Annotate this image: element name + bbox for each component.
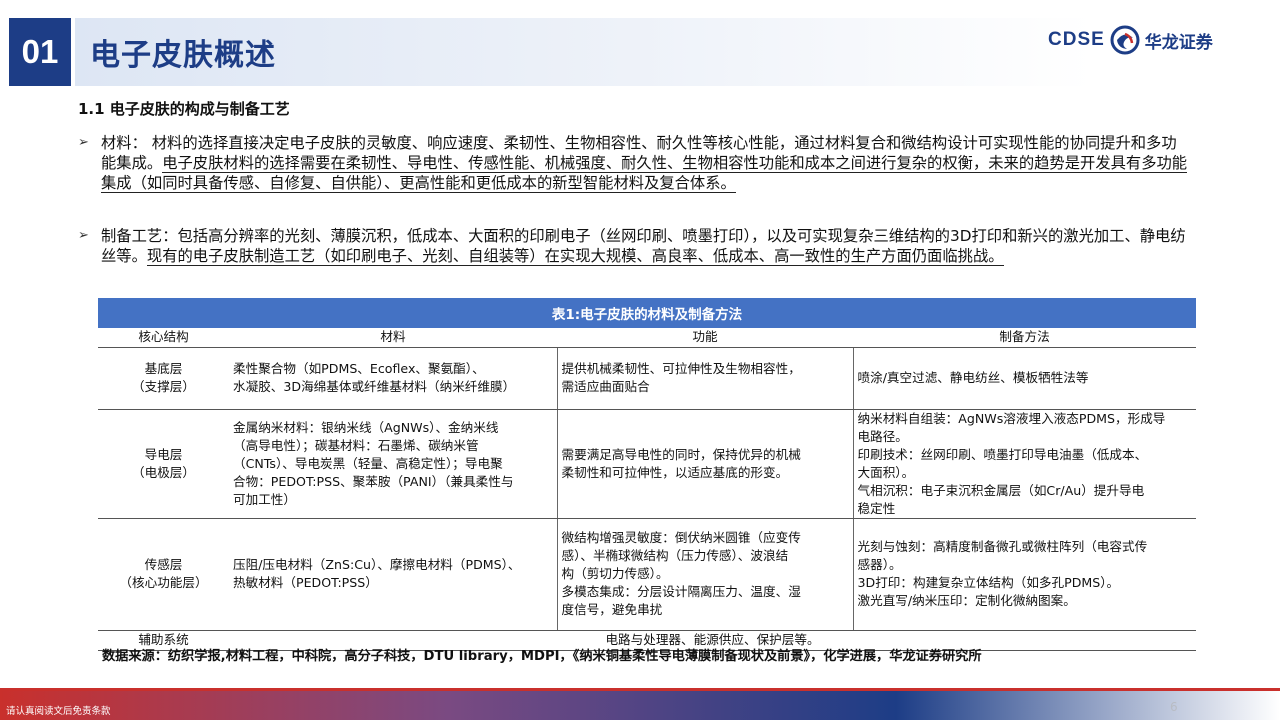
cell-text-line: 传感层 [144,557,183,572]
logo-brand: CDSE [1048,29,1105,50]
cell-text-line: 压阻/压电材料（ZnS:Cu）、摩擦电材料（PDMS）、 [233,557,521,572]
cell-text-line: 构（剪切力传感）。 [561,566,669,581]
cell-text-line: 大面积）。 [857,464,915,480]
footer-bar [0,691,1280,720]
method-cell: 喷涂/真空过滤、静电纺丝、模板牺牲法等 [853,347,1196,410]
structure-cell: 基底层 （支撑层） [98,347,229,410]
material-cell: 金属纳米材料：银纳米线（AgNWs）、金纳米线 （高导电性）；碳基材料：石墨烯、碳… [229,409,558,519]
table-caption: 表1:电子皮肤的材料及制备方法 [98,298,1196,328]
table-header: 功能 [557,328,853,348]
structure-cell: 传感层 （核心功能层） [98,518,229,631]
table-header: 制备方法 [853,328,1196,348]
arrow-bullet-icon: ➢ [78,135,89,150]
page-number: 6 [1170,700,1178,714]
cell-text-line: （高导电性）；碳基材料：石墨烯、碳纳米管 [233,437,479,453]
cell-text-line: 印刷技术：丝网印刷、喷墨打印导电油墨（低成本、 [857,446,1148,462]
function-cell: 需要满足高导电性的同时，保持优异的机械 柔韧性和可拉伸性，以适应基底的形变。 [557,409,854,519]
table-row: 基底层 （支撑层） 柔性聚合物（如PDMS、Ecoflex、聚氨酯）、水凝胶、3D海… [98,347,1196,410]
function-cell: 提供机械柔韧性、可拉伸性及生物相容性， 需适应曲面贴合 [557,347,854,410]
materials-table: 表1:电子皮肤的材料及制备方法 核心结构 材料 功能 制备方法 基底层 （支撑层）… [98,298,1196,651]
disclaimer-text: 请认真阅读文后免责条款 [6,706,111,717]
cell-text-line: 柔韧性和可拉伸性，以适应基底的形变。 [561,464,789,480]
cell-text-line: 多模态集成：分层设计隔离压力、温度、湿 [561,584,801,599]
cell-text-line: 感）、半椭球微结构（压力传感）、波浪结 [561,548,789,563]
cell-text-line: 导电层 [144,446,183,462]
cell-text-line: 基底层 [144,361,183,376]
cell-text-line: 需要满足高导电性的同时，保持优异的机械 [561,446,801,462]
cell-text-line: （电极层） [132,464,195,480]
table-row: 传感层 （核心功能层） 压阻/压电材料（ZnS:Cu）、摩擦电材料（PDMS）、 热敏… [98,518,1196,631]
logo-name: 华龙证券 [1144,32,1213,53]
cell-text-line: 需适应曲面贴合 [561,379,650,394]
table-header: 核心结构 [98,328,229,348]
cell-text-line: 柔性聚合物（如PDMS、Ecoflex、聚氨酯）、 [233,361,485,376]
cell-text-line: 微结构增强灵敏度：倒伏纳米圆锥（应变传 [561,530,801,545]
cell-text-line: （支撑层） [132,379,195,394]
section-title: 电子皮肤概述 [90,38,276,73]
bullet-process: ➢ 制备工艺：包括高分辨率的光刻、薄膜沉积，低成本、大面积的印刷电子（丝网印刷、… [78,226,1188,266]
company-logo: CDSE 华龙证券 [1048,24,1213,56]
cell-text-line: （CNTs）、导电炭黑（轻量、高稳定性）；导电聚 [233,455,503,471]
table-row: 导电层 （电极层） 金属纳米材料：银纳米线（AgNWs）、金纳米线 （高导电性）；碳基… [98,409,1196,519]
cell-text-line: 水凝胶、3D海绵基体或纤维基材料（纳米纤维膜） [233,379,516,394]
cell-text-line: 热敏材料（PEDOT:PSS） [233,575,378,590]
bullet-materials: ➢ 材料： 材料的选择直接决定电子皮肤的灵敏度、响应速度、柔韧性、生物相容性、耐… [78,133,1188,193]
cell-text-line: 激光直写/纳米压印：定制化微納图案。 [857,593,1076,608]
cell-text-line: 可加工性） [233,491,296,507]
cell-text-line: 光刻与蚀刻：高精度制备微孔或微柱阵列（电容式传 [857,539,1148,554]
method-cell: 光刻与蚀刻：高精度制备微孔或微柱阵列（电容式传 感器）。 3D打印：构建复杂立体结构… [853,518,1196,631]
cell-text-line: 度信号，避免串扰 [561,602,663,617]
subheading: 1.1 电子皮肤的构成与制备工艺 [78,100,290,118]
arrow-bullet-icon: ➢ [78,228,89,243]
bullet-underlined-text: 电子皮肤材料的选择需要在柔韧性、导电性、传感性能、机械强度、耐久性、生物相容性功… [101,154,1188,193]
function-cell: 微结构增强灵敏度：倒伏纳米圆锥（应变传 感）、半椭球微结构（压力传感）、波浪结 构（… [557,518,854,631]
cell-text-line: 提供机械柔韧性、可拉伸性及生物相容性， [561,361,801,376]
table-body: 基底层 （支撑层） 柔性聚合物（如PDMS、Ecoflex、聚氨酯）、水凝胶、3D海… [98,347,1196,651]
structure-cell: 导电层 （电极层） [98,409,229,519]
dragon-logo-icon [1110,25,1140,55]
table-header: 材料 [229,328,557,348]
method-cell: 纳米材料自组装：AgNWs溶液埋入液态PDMS，形成导 电路径。印刷技术：丝网印刷… [853,409,1196,519]
bullet-underlined-text: 现有的电子皮肤制造工艺（如印刷电子、光刻、自组装等）在实现大规模、高良率、低成本… [146,247,1004,266]
cell-text-line: 3D打印：构建复杂立体结构（如多孔PDMS）。 [857,575,1120,590]
cell-text-line: 气相沉积：电子束沉积金属层（如Cr/Au）提升导电 [857,482,1145,498]
material-cell: 压阻/压电材料（ZnS:Cu）、摩擦电材料（PDMS）、 热敏材料（PEDOT:P… [229,518,558,631]
material-cell: 柔性聚合物（如PDMS、Ecoflex、聚氨酯）、水凝胶、3D海绵基体或纤维基材… [229,347,558,410]
cell-text-line: 合物：PEDOT:PSS、聚苯胺（PANI）（兼具柔性与 [233,473,514,489]
cell-text-line: 感器）。 [857,557,902,572]
cell-text-line: 电路径。 [857,428,908,444]
cell-text-line: 纳米材料自组装：AgNWs溶液埋入液态PDMS，形成导 [857,410,1166,426]
cell-text-line: 喷涂/真空过滤、静电纺丝、模板牺牲法等 [857,370,1089,385]
data-source: 数据来源：纺织学报,材料工程，中科院，高分子科技，DTU library，MDP… [102,649,982,664]
cell-text-line: 金属纳米材料：银纳米线（AgNWs）、金纳米线 [233,419,499,435]
cell-text-line: 稳定性 [857,500,896,516]
cell-text-line: （核心功能层） [119,575,208,590]
section-number: 01 [9,18,71,86]
